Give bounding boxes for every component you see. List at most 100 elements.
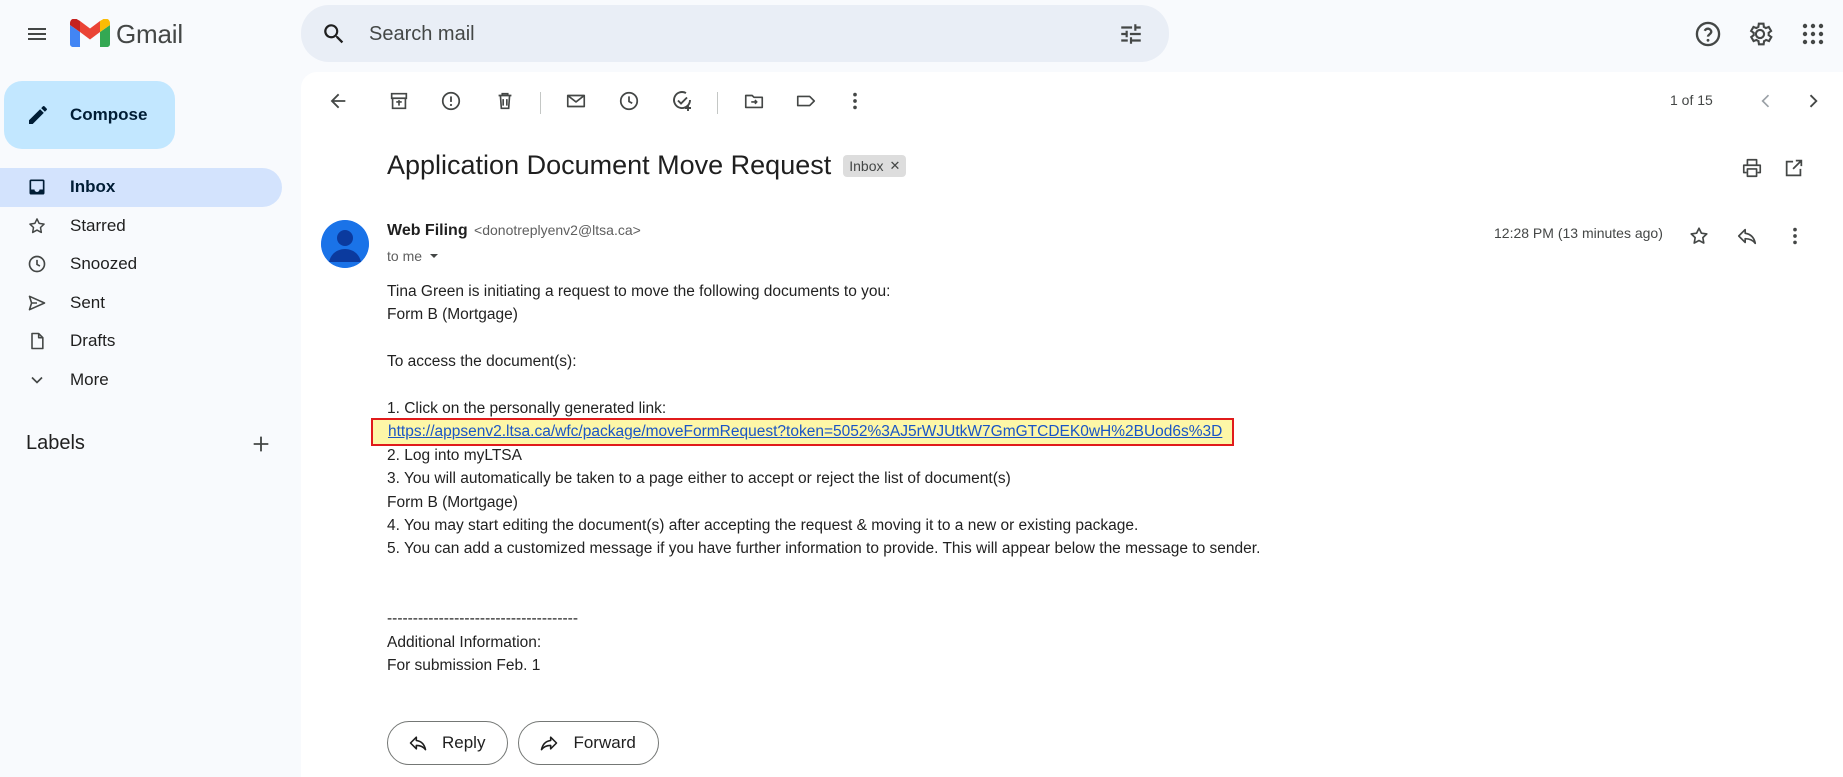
body-blank [387,584,1260,607]
inbox-label-chip: Inbox ✕ [843,154,907,177]
sender-email: <donotreplyenv2@ltsa.ca> [474,222,641,238]
add-label-plus-icon[interactable] [250,433,272,455]
help-icon[interactable] [1689,15,1727,53]
body-line: To access the document(s): [387,353,577,371]
body-blank [387,374,1260,397]
recipient-details[interactable]: to me [387,248,442,264]
open-new-window-icon[interactable] [1778,152,1810,184]
hamburger-menu-icon [28,28,46,40]
mark-unread-icon[interactable] [557,82,595,120]
forward-button[interactable]: Forward [518,721,659,765]
caret-down-icon [430,254,439,258]
remove-label-close-icon[interactable]: ✕ [889,158,900,174]
document-move-link[interactable]: https://appsenv2.ltsa.ca/wfc/package/mov… [388,423,1222,440]
message-panel: 1 of 15 Application Document Move Reques… [301,72,1843,777]
body-line: 4. You may start editing the document(s)… [387,516,1139,534]
draft-icon [26,330,48,352]
sidebar-item-sent[interactable]: Sent [0,284,282,323]
body-line: 5. You can add a customized message if y… [387,540,1261,558]
sidebar-item-label: Sent [70,292,105,312]
sidebar-item-label: Drafts [70,331,116,351]
search-options-icon[interactable] [1116,19,1146,49]
email-body: Tina Green is initiating a request to mo… [371,280,1261,678]
back-arrow-icon[interactable] [319,82,357,120]
sender-avatar[interactable] [321,220,369,268]
search-bar [301,5,1169,62]
body-line: 2. Log into myLTSA [387,446,522,464]
message-toolbar: 1 of 15 [301,82,1843,122]
archive-icon[interactable] [380,82,418,120]
send-icon [26,292,48,314]
labels-section-header: Labels [26,432,272,455]
report-spam-icon[interactable] [432,82,470,120]
highlighted-link-row: https://appsenv2.ltsa.ca/wfc/package/mov… [371,418,1260,447]
body-line: Form B (Mortgage) [387,306,518,324]
clock-icon [26,253,48,275]
label-tag-icon[interactable] [787,82,825,120]
gmail-logo[interactable]: Gmail [70,16,183,52]
toolbar-divider [540,92,541,114]
body-line: Tina Green is initiating a request to mo… [387,283,891,300]
main-menu-button[interactable] [16,13,58,55]
message-timestamp: 12:28 PM (13 minutes ago) [1494,225,1663,241]
body-divider: ------------------------------------- [387,610,578,628]
body-line: Additional Information: [387,633,542,651]
inbox-icon [26,176,48,198]
labels-title: Labels [26,432,85,454]
reply-icon [409,736,427,751]
sender-line: Web Filing <donotreplyenv2@ltsa.ca> [387,222,641,240]
search-icon[interactable] [319,19,349,49]
message-more-options-icon[interactable] [1779,220,1811,252]
delete-trash-icon[interactable] [486,82,524,120]
sidebar-item-more[interactable]: More [0,361,282,400]
older-chevron-right-icon[interactable] [1794,82,1832,120]
settings-gear-icon[interactable] [1741,15,1779,53]
print-icon[interactable] [1736,152,1768,184]
sidebar-item-label: Inbox [70,177,116,197]
recipient-label: to me [387,248,423,264]
compose-label: Compose [70,105,148,124]
google-apps-icon[interactable] [1794,15,1832,53]
body-blank [387,327,1260,350]
app-name: Gmail [116,18,183,49]
sidebar-item-label: Snoozed [70,254,138,274]
add-to-tasks-icon[interactable] [663,82,701,120]
sidebar-item-drafts[interactable]: Drafts [0,322,282,361]
toolbar-divider [717,92,718,114]
star-icon [26,215,48,237]
more-options-vertical-icon[interactable] [836,82,874,120]
sidebar-item-label: Starred [70,215,126,235]
chevron-down-icon [26,369,48,391]
move-to-folder-icon[interactable] [735,82,773,120]
sidebar-item-snoozed[interactable]: Snoozed [0,245,282,284]
gmail-m-icon [70,19,110,47]
body-line: For submission Feb. 1 [387,657,541,675]
top-bar: Gmail [0,0,1843,68]
body-line: Form B (Mortgage) [387,493,518,511]
snooze-clock-icon[interactable] [610,82,648,120]
reply-forward-actions: Reply Forward [387,721,669,765]
body-blank [387,561,1260,584]
search-input[interactable] [369,17,1069,51]
highlight-box: https://appsenv2.ltsa.ca/wfc/package/mov… [371,418,1235,447]
email-subject: Application Document Move Request [387,150,832,180]
sidebar-item-starred[interactable]: Starred [0,207,282,246]
sidebar-item-label: More [70,369,109,389]
sidebar-nav: Inbox Starred Snoozed Sent Drafts More [0,168,282,399]
pencil-icon [29,106,47,124]
subject-row: Application Document Move Request Inbox … [387,150,907,181]
sender-name[interactable]: Web Filing [387,222,468,239]
body-line: 3. You will automatically be taken to a … [387,470,1011,488]
inbox-chip-label: Inbox [849,157,884,174]
reply-button[interactable]: Reply [387,721,509,765]
reply-label: Reply [442,733,486,752]
compose-button[interactable]: Compose [4,81,175,149]
forward-label: Forward [573,733,636,752]
sidebar-item-inbox[interactable]: Inbox [0,168,282,207]
forward-icon [541,736,558,751]
body-line: 1. Click on the personally generated lin… [387,399,667,417]
star-message-icon[interactable] [1683,220,1715,252]
reply-arrow-icon[interactable] [1731,220,1763,252]
pagination-count: 1 of 15 [1670,92,1713,108]
newer-chevron-left-icon[interactable] [1747,82,1785,120]
